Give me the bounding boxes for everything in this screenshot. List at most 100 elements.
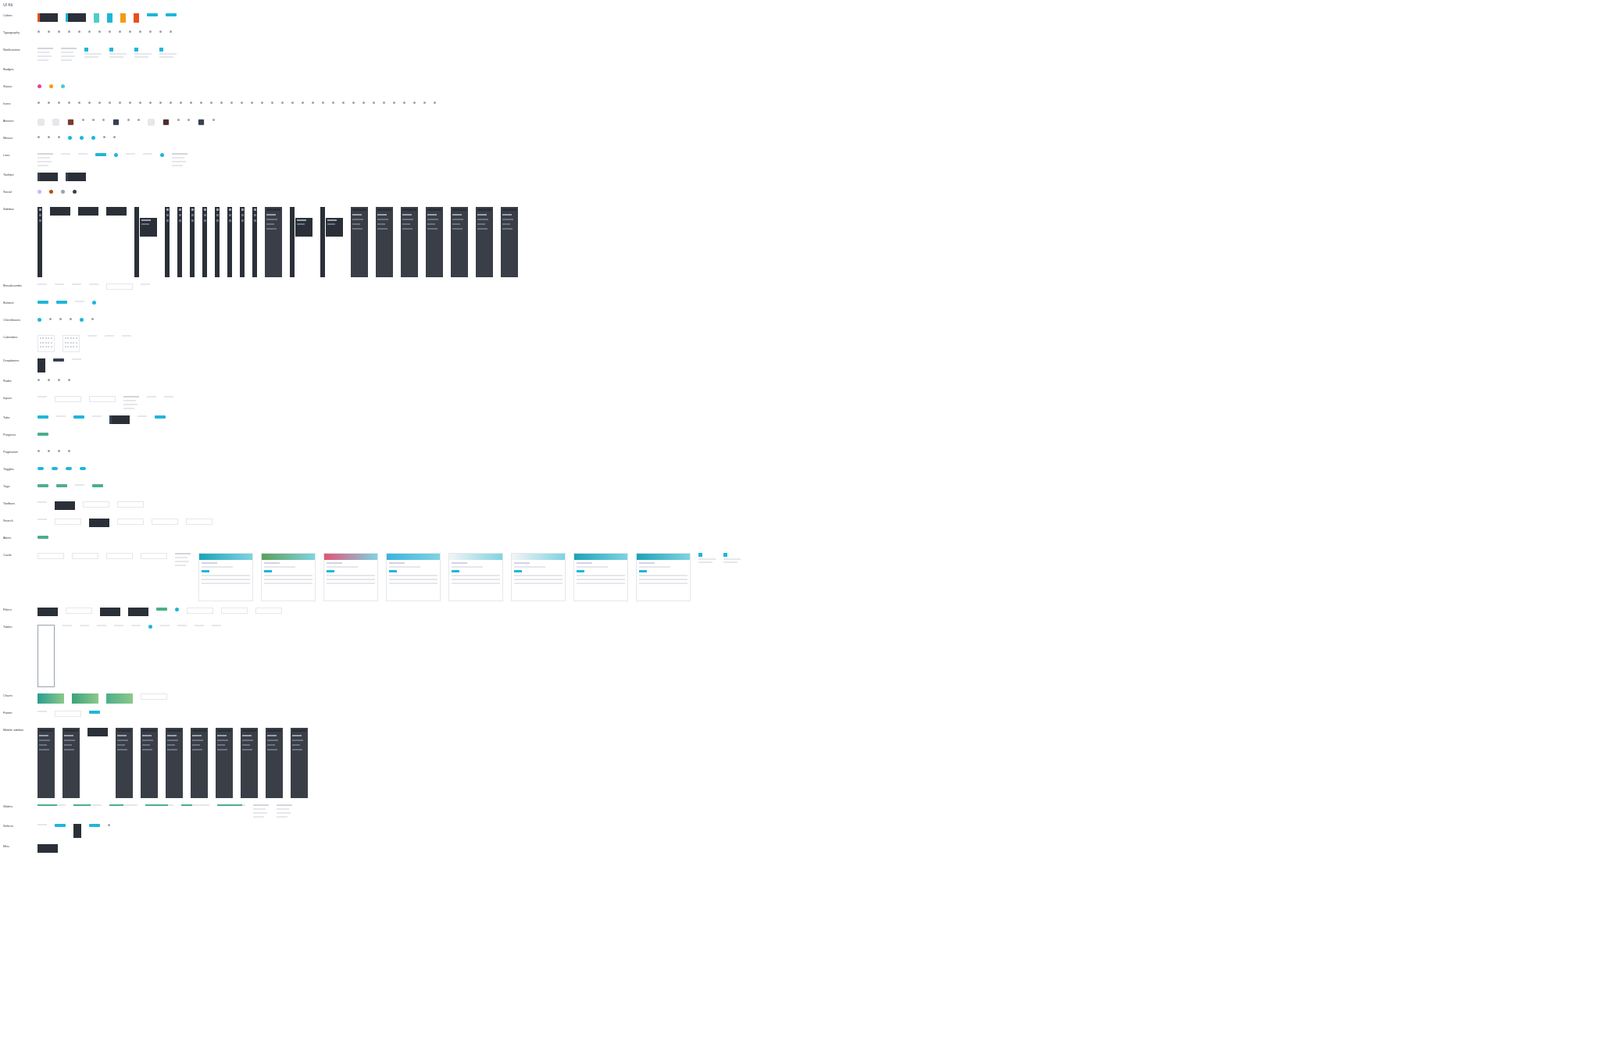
sidebar-rail [227,207,233,278]
section-content [37,467,1597,471]
list [171,153,188,167]
input-box[interactable] [221,607,248,615]
avatar [112,118,120,126]
input-box[interactable] [140,553,168,560]
section-label: Toggles [3,467,33,472]
input-box[interactable] [151,518,179,525]
text-line [37,518,47,521]
input-box[interactable] [186,607,214,615]
section: Selects [3,824,1597,839]
sidebar-rail [177,207,183,278]
mark-icon [91,317,94,321]
slider[interactable] [37,804,66,807]
notification [723,553,741,564]
section-content [37,607,1597,617]
section: Search [3,518,1597,530]
sidebar [500,207,518,278]
button[interactable] [37,484,49,488]
slider[interactable] [109,804,138,807]
button[interactable] [154,415,166,419]
mark-icon [37,30,40,33]
input-box[interactable] [117,518,144,525]
input-box[interactable] [54,396,82,403]
section-label: Charts [3,693,33,699]
button[interactable] [73,415,85,419]
input-box[interactable] [65,607,93,615]
button[interactable] [37,535,49,540]
text-line [140,283,150,286]
section: Misc [3,844,1597,856]
dark-panel [89,518,110,528]
button[interactable] [146,13,158,17]
text-line [137,415,147,418]
button[interactable] [37,432,49,436]
section-label: Breadcrumbs [3,283,33,289]
sidebar [62,728,80,799]
button[interactable] [37,415,49,419]
mark-icon [362,101,365,104]
input-box[interactable] [106,283,133,290]
section-label: Pagination [3,450,33,455]
input-box[interactable] [117,501,144,508]
dropdown[interactable] [73,824,82,839]
button[interactable] [54,824,66,828]
color-swatch [133,13,140,23]
mark-icon [88,30,91,33]
sidebar [240,728,258,799]
toggle[interactable] [65,467,72,471]
slider[interactable] [73,804,102,807]
button[interactable] [56,300,68,304]
input-box[interactable] [82,501,110,508]
section-label: Typography [3,30,33,36]
button[interactable] [89,710,100,715]
slider[interactable] [181,804,210,807]
input-box[interactable] [37,553,65,560]
text-line [75,300,85,303]
toggle[interactable] [37,467,44,471]
button[interactable] [92,484,104,488]
section: Tabs [3,415,1597,427]
toggle[interactable] [79,467,86,471]
chart-banner [37,693,65,704]
mark-icon [169,30,172,33]
button[interactable] [53,358,65,362]
mark-icon [212,118,215,122]
input-box[interactable] [140,693,168,700]
input-box[interactable] [185,518,213,525]
mark-icon [118,30,122,33]
mark-icon [413,101,416,104]
dark-panel [106,207,127,216]
input-box[interactable] [54,518,82,525]
dot [91,135,96,140]
section: Toolbars [3,501,1597,513]
button[interactable] [56,484,68,488]
input-box[interactable] [54,710,82,718]
mark-icon [49,317,52,321]
chart-banner [106,693,133,704]
dropdown[interactable] [37,358,46,373]
toggle[interactable] [51,467,58,471]
card [635,553,691,602]
input-box[interactable] [255,607,283,615]
mark-icon [139,101,142,104]
text-line [75,484,85,486]
sidebar [350,207,368,278]
mark-icon [103,135,106,139]
button[interactable] [37,300,49,304]
text-line [79,625,90,627]
mark-icon [98,30,101,33]
text-line [87,335,97,337]
input-box[interactable] [71,553,99,560]
dot [37,189,42,194]
card [573,553,629,602]
button[interactable] [156,607,168,611]
slider[interactable] [217,804,246,807]
input-box[interactable] [89,396,116,403]
sidebar-rail [252,207,258,278]
slider[interactable] [145,804,174,807]
dark-panel [128,607,149,617]
button[interactable] [165,13,177,17]
button[interactable] [89,824,100,828]
input-box[interactable] [106,553,133,560]
button[interactable] [95,153,107,157]
